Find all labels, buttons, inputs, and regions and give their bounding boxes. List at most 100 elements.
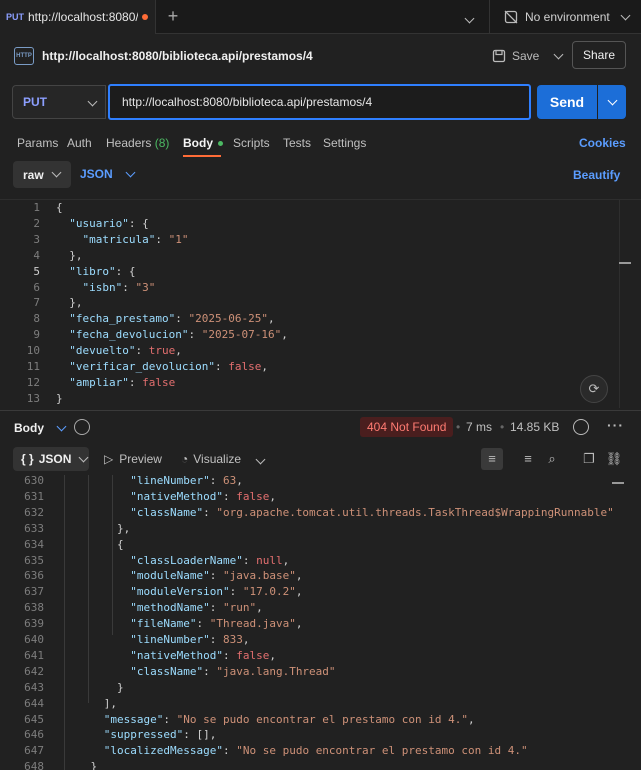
code-line[interactable]: 647 "localizedMessage": "No se pudo enco… xyxy=(0,743,620,759)
response-scroll-thumb[interactable] xyxy=(612,482,624,484)
line-number: 644 xyxy=(24,696,44,710)
tab-auth[interactable]: Auth xyxy=(67,136,92,150)
share-button[interactable]: Share xyxy=(572,41,626,69)
no-environment-icon xyxy=(504,10,518,24)
link-icon[interactable]: ⛓ xyxy=(605,450,623,468)
code-line[interactable]: 10 "devuelto": true, xyxy=(0,343,620,359)
code-line[interactable]: 634 { xyxy=(0,537,620,553)
copy-icon[interactable]: ❐ xyxy=(580,450,598,468)
code-line[interactable]: 9 "fecha_devolucion": "2025-07-16", xyxy=(0,327,620,343)
line-number: 4 xyxy=(33,248,40,262)
code-line[interactable]: 631 "nativeMethod": false, xyxy=(0,489,620,505)
code-text: "isbn": "3" xyxy=(82,280,156,294)
url-input[interactable]: http://localhost:8080/biblioteca.api/pre… xyxy=(108,84,531,120)
code-line[interactable]: 632 "className": "org.apache.tomcat.util… xyxy=(0,505,620,521)
tab-settings[interactable]: Settings xyxy=(323,136,366,150)
code-line[interactable]: 1{ xyxy=(0,200,620,216)
play-icon: ▷ xyxy=(104,452,114,466)
beautify-button[interactable]: Beautify xyxy=(573,168,620,182)
pane-divider[interactable] xyxy=(0,410,641,411)
unsaved-dot-icon xyxy=(142,14,148,20)
tab-tests[interactable]: Tests xyxy=(283,136,311,150)
visualize-chevron-down-icon xyxy=(255,454,266,465)
code-line[interactable]: 637 "moduleVersion": "17.0.2", xyxy=(0,584,620,600)
code-line[interactable]: 3 "matricula": "1" xyxy=(0,232,620,248)
save-button[interactable]: Save xyxy=(492,43,564,69)
send-button[interactable]: Send xyxy=(537,85,597,119)
code-line[interactable]: 639 "fileName": "Thread.java", xyxy=(0,616,620,632)
code-text: "localizedMessage": "No se pudo encontra… xyxy=(103,744,528,758)
wrap-lines-icon[interactable]: ≡ xyxy=(481,448,503,470)
code-text: "lineNumber": 833, xyxy=(130,633,250,646)
code-text: "className": "java.lang.Thread" xyxy=(130,664,336,678)
more-options-icon[interactable]: ··· xyxy=(607,417,624,433)
body-mode-label: raw xyxy=(23,167,44,182)
code-text: }, xyxy=(56,248,83,262)
code-line[interactable]: 11 "verificar_devolucion": false, xyxy=(0,359,620,375)
tab-headers[interactable]: Headers (8) xyxy=(106,136,169,150)
code-line[interactable]: 644 ], xyxy=(0,696,620,712)
preview-button[interactable]: ▷ Preview xyxy=(104,452,162,466)
filter-icon[interactable]: ≡ xyxy=(519,450,537,468)
code-line[interactable]: 642 "className": "java.lang.Thread" xyxy=(0,664,620,680)
environment-selector[interactable]: No environment xyxy=(489,0,641,34)
response-format-select[interactable]: { } JSON xyxy=(13,447,89,471)
code-line[interactable]: 5 "libro": { xyxy=(0,264,620,280)
status-badge[interactable]: 404 Not Found xyxy=(360,417,454,437)
code-line[interactable]: 636 "moduleName": "java.base", xyxy=(0,568,620,584)
code-line[interactable]: 13} xyxy=(0,391,620,407)
code-line[interactable]: 6 "isbn": "3" xyxy=(0,280,620,296)
code-line[interactable]: 641 "nativeMethod": false, xyxy=(0,648,620,664)
save-chevron-down-icon[interactable] xyxy=(553,49,564,59)
response-chevron-down-icon xyxy=(56,421,67,431)
response-time[interactable]: 7 ms xyxy=(466,420,492,434)
send-dropdown-button[interactable] xyxy=(598,85,626,119)
search-icon[interactable]: ⌕ xyxy=(543,450,561,468)
tab-params[interactable]: Params xyxy=(17,136,58,150)
code-line[interactable]: 7 }, xyxy=(0,295,620,311)
code-line[interactable]: 8 "fecha_prestamo": "2025-06-25", xyxy=(0,311,620,327)
editor-scrollbar[interactable] xyxy=(619,200,631,408)
code-line[interactable]: 645 "message": "No se pudo encontrar el … xyxy=(0,712,620,728)
method-select[interactable]: PUT xyxy=(12,85,106,119)
request-title[interactable]: http://localhost:8080/biblioteca.api/pre… xyxy=(42,49,313,63)
code-line[interactable]: 635 "classLoaderName": null, xyxy=(0,553,620,569)
code-text: "devuelto": true, xyxy=(69,344,182,358)
response-body-viewer[interactable]: 630 "lineNumber": 63, 631 "nativeMethod":… xyxy=(0,475,641,770)
code-line[interactable]: 648 } xyxy=(0,759,620,770)
history-icon[interactable] xyxy=(74,419,90,435)
ai-assist-icon[interactable]: ⟳ xyxy=(580,375,608,403)
body-language-select[interactable]: JSON xyxy=(80,167,136,181)
tab-body[interactable]: Body xyxy=(183,136,223,150)
response-body-select[interactable]: Body xyxy=(14,421,67,435)
code-text: "methodName": "run", xyxy=(130,601,263,615)
request-body-editor[interactable]: 1{2 "usuario": {3 "matricula": "1" 4 }, 5 … xyxy=(0,199,641,408)
globe-icon[interactable] xyxy=(573,419,589,435)
code-text: } xyxy=(64,680,124,694)
code-line[interactable]: 646 "suppressed": [], xyxy=(0,727,620,743)
new-tab-plus-icon[interactable]: + xyxy=(162,6,184,28)
visualize-button[interactable]: ◔ Visualize xyxy=(181,452,266,466)
method-chevron-down-icon xyxy=(87,96,98,107)
code-line[interactable]: 630 "lineNumber": 63, xyxy=(0,475,620,489)
code-line[interactable]: 12 "ampliar": false xyxy=(0,375,620,391)
cookies-link[interactable]: Cookies xyxy=(579,136,626,150)
body-language-label: JSON xyxy=(80,167,113,181)
body-mode-select[interactable]: raw xyxy=(13,161,71,188)
line-number: 636 xyxy=(24,569,44,583)
code-line[interactable]: 638 "methodName": "run", xyxy=(0,600,620,616)
code-line[interactable]: 4 }, xyxy=(0,248,620,264)
tabs-dropdown-chevron-icon[interactable] xyxy=(464,11,475,25)
response-size[interactable]: 14.85 KB xyxy=(510,420,559,434)
editor-scroll-thumb[interactable] xyxy=(619,262,631,264)
environment-label: No environment xyxy=(525,10,610,24)
line-number: 11 xyxy=(26,360,40,373)
code-line[interactable]: 643 } xyxy=(0,680,620,696)
tab-body-label: Body xyxy=(183,136,213,150)
line-number: 634 xyxy=(24,537,44,551)
code-line[interactable]: 640 "lineNumber": 833, xyxy=(0,632,620,648)
tab-scripts[interactable]: Scripts xyxy=(233,136,270,150)
code-line[interactable]: 633 }, xyxy=(0,521,620,537)
code-line[interactable]: 2 "usuario": { xyxy=(0,216,620,232)
request-tab[interactable]: PUT http://localhost:8080/bi xyxy=(0,0,156,34)
